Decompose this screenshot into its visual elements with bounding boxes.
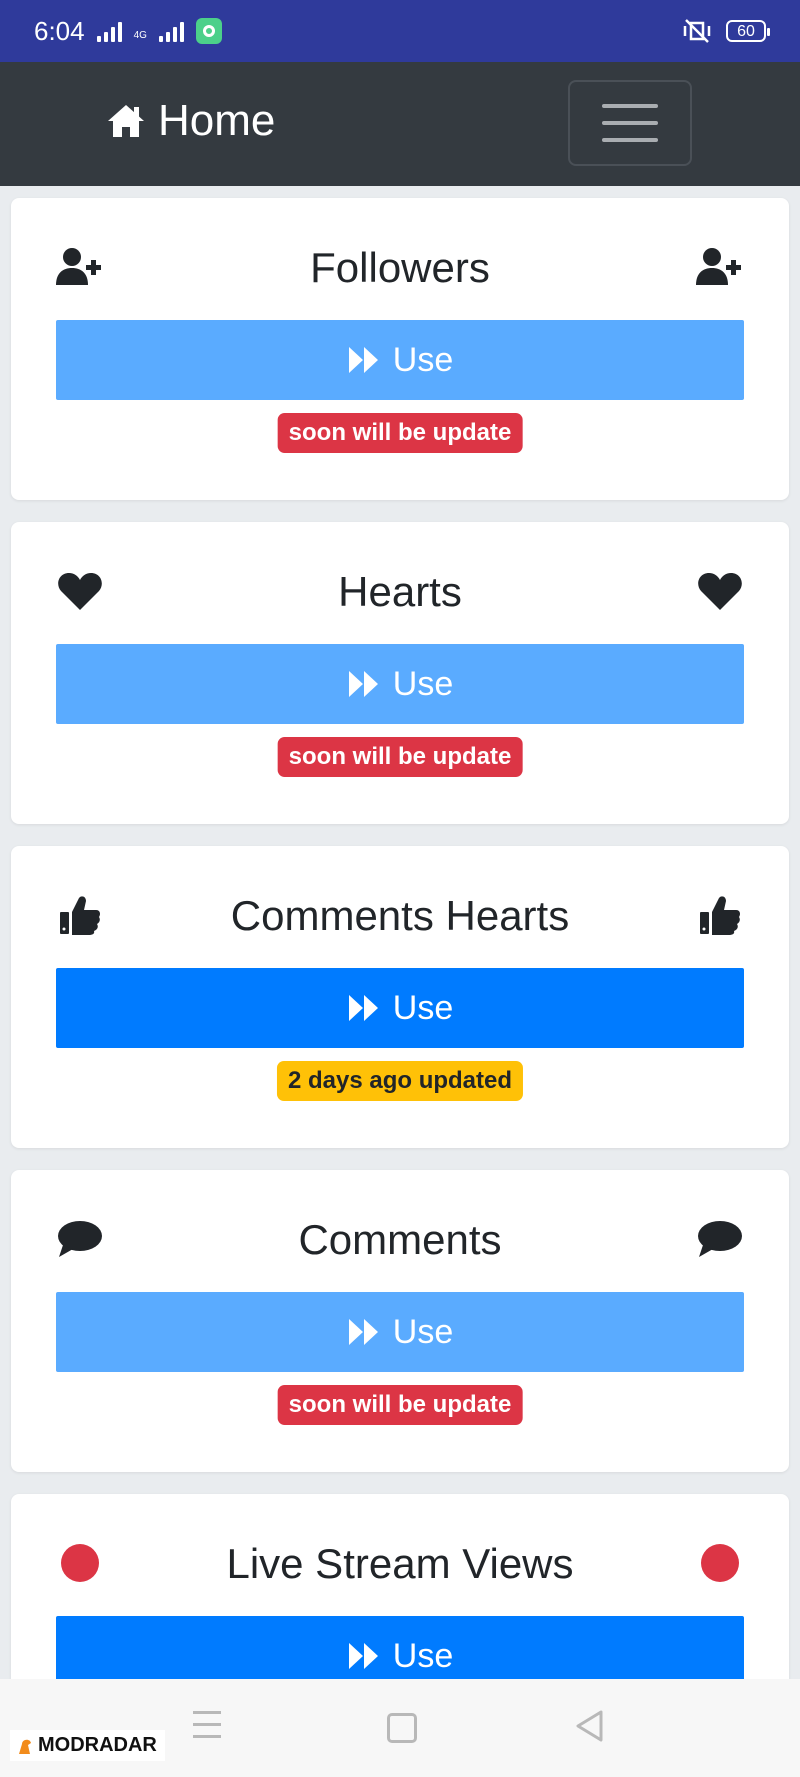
use-button-label: Use	[392, 664, 454, 703]
signal-icon	[96, 20, 122, 42]
navbar-brand[interactable]: Home	[106, 96, 275, 146]
card-comments: Comments Use soon will be update	[11, 1170, 789, 1472]
app-notification-icon	[195, 18, 222, 44]
fast-forward-icon	[348, 995, 378, 1021]
system-nav-bar	[0, 1679, 800, 1777]
fast-forward-icon	[348, 1319, 378, 1345]
navbar: Home	[0, 62, 800, 186]
card-title: Live Stream Views	[226, 1540, 574, 1587]
card-title: Comments	[298, 1216, 502, 1263]
signal-icon-2	[158, 20, 184, 42]
vibrate-off-icon	[683, 19, 711, 43]
status-bar: 6:04 4G 60	[0, 0, 800, 62]
status-badge: soon will be update	[277, 1385, 523, 1425]
network-label: 4G	[133, 29, 147, 41]
navbar-toggle-button[interactable]	[568, 80, 692, 166]
navbar-brand-label: Home	[158, 96, 276, 145]
battery-level: 60	[737, 23, 755, 40]
card-comments-hearts: Comments Hearts Use 2 days ago updated	[11, 846, 789, 1148]
fast-forward-icon	[348, 1643, 378, 1669]
status-badge: soon will be update	[277, 737, 523, 777]
use-followers-button[interactable]: Use	[56, 320, 744, 400]
hamburger-icon	[602, 104, 658, 108]
status-badge: soon will be update	[277, 413, 523, 453]
live-dot-icon	[695, 1538, 745, 1588]
thumbs-up-icon	[695, 890, 745, 940]
watermark-text: MODRADAR	[38, 1734, 157, 1756]
status-time: 6:04	[34, 15, 85, 46]
card-hearts: Hearts Use soon will be update	[11, 522, 789, 824]
card-followers: Followers Use soon will be update	[11, 198, 789, 500]
use-button-label: Use	[392, 1312, 454, 1351]
watermark: MODRADAR	[10, 1730, 165, 1761]
watermark-logo-icon	[19, 1739, 31, 1754]
home-icon	[108, 105, 144, 137]
card-live-stream-views: Live Stream Views Use	[11, 1494, 789, 1696]
use-button-label: Use	[392, 340, 454, 379]
status-badge: 2 days ago updated	[276, 1061, 524, 1101]
fast-forward-icon	[348, 671, 378, 697]
use-comments-hearts-button[interactable]: Use	[56, 968, 744, 1048]
card-title: Hearts	[338, 568, 462, 615]
card-title: Followers	[310, 244, 490, 291]
use-button-label: Use	[392, 988, 454, 1027]
battery-icon: 60	[726, 20, 770, 42]
use-comments-button[interactable]: Use	[56, 1292, 744, 1372]
fast-forward-icon	[348, 347, 378, 373]
recent-apps-icon[interactable]	[193, 1711, 221, 1738]
home-nav-icon[interactable]	[387, 1713, 417, 1743]
user-plus-icon	[695, 242, 745, 292]
back-icon[interactable]	[574, 1709, 604, 1743]
card-title: Comments Hearts	[230, 892, 570, 939]
heart-icon	[695, 566, 745, 616]
use-button-label: Use	[392, 1636, 454, 1675]
use-hearts-button[interactable]: Use	[56, 644, 744, 724]
comment-icon	[695, 1214, 745, 1264]
